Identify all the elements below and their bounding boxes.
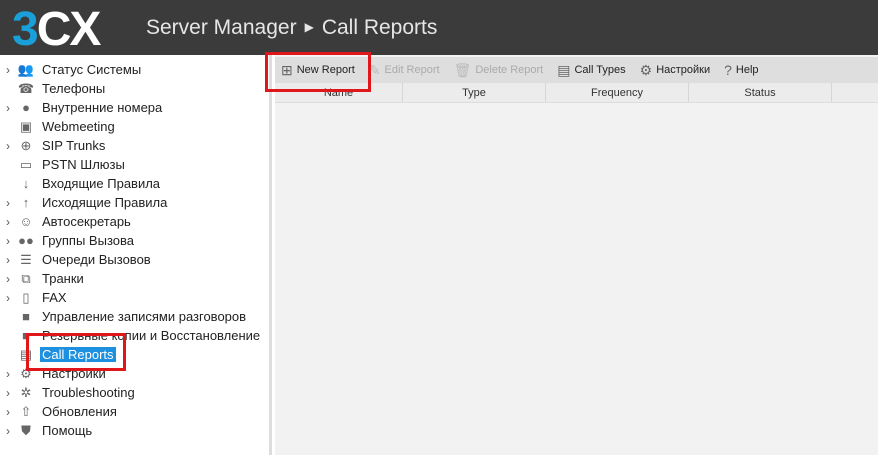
sidebar-item-label: Транки (42, 271, 84, 286)
chevron-right-icon[interactable]: › (0, 215, 16, 229)
arrow-up-icon: ↑ (22, 195, 30, 210)
button-label: Call Types (574, 64, 626, 76)
sidebar-item-label: Автосекретарь (42, 214, 131, 229)
phone-icon: ☎ (17, 80, 35, 96)
main-panel: ⊞ New Report ✎ Edit Report 🗑 Delete Report ▤ Ca… (275, 55, 878, 455)
sidebar-item[interactable]: › ⊕ SIP Trunks (0, 136, 107, 155)
sidebar-item-label: Статус Системы (42, 62, 142, 77)
gateway-icon: ▭ (19, 156, 33, 172)
sidebar-item[interactable]: › ⇧ Обновления (0, 402, 119, 421)
help-shield-icon: ⛊ (21, 422, 31, 438)
toolbar-button-delete-report[interactable]: 🗑 Delete Report (454, 62, 544, 79)
bug-icon: ✲ (20, 384, 32, 400)
chevron-right-icon[interactable]: › (0, 405, 16, 419)
sidebar-item[interactable]: › ☰ Очереди Вызовов (0, 250, 153, 269)
sidebar-item-label: PSTN Шлюзы (42, 157, 125, 172)
highlight-call-reports (26, 333, 126, 371)
button-label: Настройки (656, 64, 711, 76)
sidebar-item-label: Телефоны (42, 81, 106, 96)
sidebar-tree: › 👥 Статус Системы ☎ Телефоны › ● Внутренние но… (0, 55, 272, 455)
upload-icon: ⇧ (20, 403, 32, 419)
queue-icon: ☰ (20, 251, 32, 267)
app-header: 3CX Server Manager ▶ Call Reports (0, 0, 878, 56)
arrow-down-icon: ↓ (22, 176, 30, 191)
chevron-right-icon[interactable]: › (0, 272, 16, 286)
breadcrumb-separator-icon: ▶ (304, 20, 314, 34)
sidebar-item-label: Внутренние номера (42, 100, 163, 115)
sidebar-item[interactable]: ■ Управление записями разговоров (0, 307, 248, 326)
sidebar-item[interactable]: › ▯ FAX (0, 288, 69, 307)
sidebar-item[interactable]: › ⛊ Помощь (0, 421, 94, 440)
button-label: Delete Report (475, 64, 544, 76)
column-header[interactable]: Type (403, 83, 546, 102)
sidebar-item[interactable]: › ⧉ Транки (0, 269, 86, 288)
chevron-right-icon[interactable]: › (0, 196, 16, 210)
toolbar-button-настройки[interactable]: ⚙ Настройки (640, 62, 711, 79)
chevron-right-icon[interactable]: › (0, 424, 16, 438)
group-icon: ●● (18, 233, 34, 248)
chevron-right-icon[interactable]: › (0, 291, 16, 305)
breadcrumb: Server Manager ▶ Call Reports (146, 16, 437, 40)
sidebar-item[interactable]: ↓ Входящие Правила (0, 174, 162, 193)
chevron-right-icon[interactable]: › (0, 101, 16, 115)
system-status-icon: 👥 (17, 61, 35, 77)
gears-icon: ⚙ (639, 61, 653, 78)
help-icon: ? (724, 62, 732, 78)
toolbar-button-edit-report[interactable]: ✎ Edit Report (369, 62, 440, 79)
sidebar-item[interactable]: › ●● Группы Вызова (0, 231, 136, 250)
highlight-new-report (265, 52, 371, 92)
sidebar-item[interactable]: ▭ PSTN Шлюзы (0, 155, 127, 174)
sidebar-item-label: Очереди Вызовов (42, 252, 151, 267)
sidebar-item-label: Группы Вызова (42, 233, 134, 248)
toolbar-button-call-types[interactable]: ▤ Call Types (557, 62, 625, 79)
breadcrumb-call-reports: Call Reports (321, 16, 438, 39)
sidebar-item[interactable]: › 👥 Статус Системы (0, 60, 143, 79)
trunk-icon: ⧉ (21, 270, 31, 286)
document-icon: ▤ (557, 61, 571, 78)
chevron-right-icon[interactable]: › (0, 139, 16, 153)
sidebar-item-label: Входящие Правила (42, 176, 161, 191)
logo: 3CX (12, 3, 101, 56)
sidebar-item-label: Исходящие Правила (42, 195, 168, 210)
fax-icon: ▯ (22, 289, 30, 305)
receptionist-icon: ☺ (19, 214, 33, 229)
sidebar-item[interactable]: › ✲ Troubleshooting (0, 383, 137, 402)
chevron-right-icon[interactable]: › (0, 234, 16, 248)
column-header[interactable]: Status (689, 83, 832, 102)
sidebar-item[interactable]: ▣ Webmeeting (0, 117, 117, 136)
chevron-right-icon[interactable]: › (0, 63, 16, 77)
sidebar-item-label: FAX (42, 290, 67, 305)
button-label: Help (735, 64, 759, 76)
sidebar-item[interactable]: ☎ Телефоны (0, 79, 107, 98)
chevron-right-icon[interactable]: › (0, 386, 16, 400)
button-label: Edit Report (384, 64, 440, 76)
sidebar-item-label: Помощь (42, 423, 93, 438)
webmeeting-icon: ▣ (19, 118, 33, 134)
sidebar-item-label: Управление записями разговоров (42, 309, 247, 324)
globe-icon: ⊕ (20, 137, 32, 153)
toolbar-button-help[interactable]: ? Help (724, 62, 758, 78)
sidebar-item[interactable]: › ↑ Исходящие Правила (0, 193, 169, 212)
sidebar-item[interactable]: › ● Внутренние номера (0, 98, 164, 117)
chevron-right-icon[interactable]: › (0, 253, 16, 267)
chevron-right-icon[interactable]: › (0, 367, 16, 381)
sidebar-item-label: Обновления (42, 404, 117, 419)
sidebar-item-label: Troubleshooting (42, 385, 135, 400)
folder-icon: ■ (22, 309, 30, 324)
column-header[interactable]: Frequency (546, 83, 689, 102)
user-icon: ● (22, 100, 30, 115)
sidebar-item-label: SIP Trunks (42, 138, 106, 153)
trash-icon: 🗑 (453, 61, 472, 78)
breadcrumb-server-manager[interactable]: Server Manager (146, 16, 297, 39)
sidebar-item-label: Webmeeting (42, 119, 115, 134)
sidebar-item[interactable]: › ☺ Автосекретарь (0, 212, 133, 231)
